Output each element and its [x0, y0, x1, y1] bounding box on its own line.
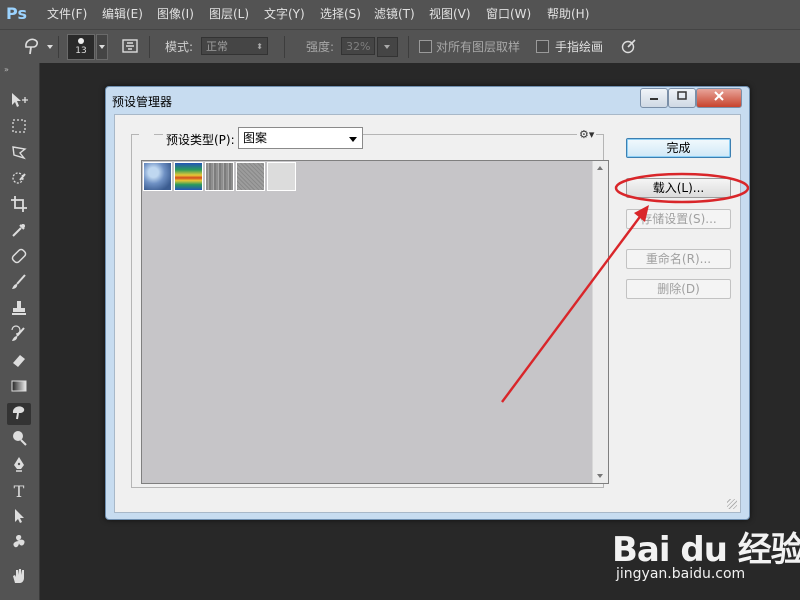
close-button[interactable]	[696, 88, 742, 108]
marquee-tool-icon[interactable]	[7, 117, 31, 139]
brush-preset-picker[interactable]: 13	[67, 34, 95, 60]
gear-icon: ⚙▾	[579, 128, 595, 141]
menu-layer[interactable]: 图层(L)	[209, 0, 249, 29]
pen-tool-icon[interactable]	[7, 455, 31, 477]
menu-bar: Ps 文件(F) 编辑(E) 图像(I) 图层(L) 文字(Y) 选择(S) 滤…	[0, 0, 800, 29]
sample-all-layers-label: 对所有图层取样	[436, 40, 521, 54]
photoshop-logo: Ps	[6, 4, 27, 23]
custom-shape-tool-icon[interactable]	[7, 533, 31, 555]
pattern-thumbnail-fabric[interactable]	[205, 162, 234, 191]
menu-select[interactable]: 选择(S)	[320, 0, 361, 29]
pattern-thumbnail-bubbles[interactable]	[143, 162, 172, 191]
smudge-tool-preset-button[interactable]	[22, 35, 42, 57]
watermark-url: jingyan.baidu.com	[616, 566, 746, 582]
pattern-list[interactable]	[141, 160, 609, 484]
brush-panel-toggle[interactable]	[121, 37, 139, 55]
updown-icon: ⬍	[256, 42, 263, 51]
dialog-client-area: 预设类型(P): 图案 ⚙▾ 完成 载入(L)... 存储设置(S)... 重命…	[114, 114, 741, 513]
menu-window[interactable]: 窗口(W)	[486, 0, 531, 29]
menu-view[interactable]: 视图(V)	[429, 0, 471, 29]
pattern-list-scrollbar[interactable]	[592, 161, 608, 483]
strength-input[interactable]: 32%	[341, 37, 375, 55]
pressure-pen-icon	[621, 39, 636, 54]
chevron-down-icon	[349, 137, 357, 142]
minimize-button[interactable]	[640, 88, 668, 108]
done-button[interactable]: 完成	[626, 138, 731, 158]
sample-all-layers-checkbox[interactable]	[419, 40, 432, 53]
dodge-tool-icon[interactable]	[7, 429, 31, 451]
menu-file[interactable]: 文件(F)	[47, 0, 87, 29]
smudge-icon	[25, 38, 38, 55]
dialog-title: 预设管理器	[112, 95, 173, 109]
close-icon	[714, 91, 724, 101]
gradient-tool-icon[interactable]	[7, 377, 31, 399]
brush-tool-icon[interactable]	[7, 273, 31, 295]
finger-painting-label: 手指绘画	[555, 40, 604, 54]
chevron-down-icon	[384, 45, 390, 49]
chevron-down-icon	[99, 45, 105, 49]
menu-type[interactable]: 文字(Y)	[264, 0, 305, 29]
preset-type-select[interactable]: 图案	[238, 127, 363, 149]
quick-selection-tool-icon[interactable]	[7, 169, 31, 191]
brush-dropdown-button[interactable]	[96, 34, 108, 60]
hand-tool-icon[interactable]	[7, 567, 31, 589]
eyedropper-tool-icon[interactable]	[7, 221, 31, 243]
menu-image[interactable]: 图像(I)	[157, 0, 194, 29]
collapse-icon[interactable]: »	[4, 65, 9, 74]
mode-value: 正常	[206, 40, 228, 53]
clone-stamp-tool-icon[interactable]	[7, 299, 31, 321]
menu-edit[interactable]: 编辑(E)	[102, 0, 143, 29]
pressure-button[interactable]	[620, 37, 638, 55]
healing-brush-tool-icon[interactable]	[7, 247, 31, 269]
pattern-thumbnail-light-texture[interactable]	[267, 162, 296, 191]
lasso-tool-icon[interactable]	[7, 143, 31, 165]
save-settings-button[interactable]: 存储设置(S)...	[626, 209, 731, 229]
scroll-up-icon[interactable]	[597, 166, 603, 170]
resize-grip[interactable]	[727, 499, 737, 509]
finger-painting-checkbox[interactable]	[536, 40, 549, 53]
pattern-thumbnail-gray-noise[interactable]	[236, 162, 265, 191]
strength-dropdown-button[interactable]	[377, 37, 398, 57]
maximize-icon	[677, 91, 687, 100]
eraser-tool-icon[interactable]	[7, 351, 31, 373]
brush-tip-icon	[78, 38, 84, 44]
load-button[interactable]: 载入(L)...	[626, 178, 731, 198]
minimize-icon	[650, 98, 658, 100]
mode-label: 模式:	[165, 40, 194, 54]
baidu-jingyan-watermark: Bai du 经验 jingyan.baidu.com	[612, 522, 800, 594]
menu-help[interactable]: 帮助(H)	[547, 0, 589, 29]
maximize-button[interactable]	[668, 88, 696, 108]
move-tool-icon[interactable]	[7, 91, 31, 113]
strength-label: 强度:	[306, 40, 335, 54]
brush-panel-icon	[122, 39, 138, 53]
brush-size: 13	[75, 46, 87, 56]
tools-panel: » T	[0, 63, 40, 600]
scroll-down-icon[interactable]	[597, 474, 603, 478]
mode-select[interactable]: 正常 ⬍	[201, 37, 268, 55]
preset-type-label: 预设类型(P):	[163, 131, 238, 148]
preset-manager-dialog: 预设管理器 预设类型(P): 图案 ⚙▾ 完成 载入(L)... 存储设置(S)…	[105, 86, 750, 520]
watermark-brand: Bai du 经验	[612, 530, 800, 570]
options-bar: 13 模式: 正常 ⬍ 强度: 32% 对所有图层取样 手指绘画	[0, 29, 800, 63]
delete-button[interactable]: 删除(D)	[626, 279, 731, 299]
preset-type-value: 图案	[243, 131, 268, 145]
type-tool-icon[interactable]: T	[7, 481, 31, 503]
pattern-thumbnail-rainbow[interactable]	[174, 162, 203, 191]
tool-preset-dropdown-icon	[47, 45, 53, 49]
smudge-tool-icon[interactable]	[7, 403, 31, 425]
rename-button[interactable]: 重命名(R)...	[626, 249, 731, 269]
history-brush-tool-icon[interactable]	[7, 325, 31, 347]
options-menu-button[interactable]: ⚙▾	[577, 128, 597, 142]
path-selection-tool-icon[interactable]	[7, 507, 31, 529]
menu-filter[interactable]: 滤镜(T)	[374, 0, 415, 29]
crop-tool-icon[interactable]	[7, 195, 31, 217]
